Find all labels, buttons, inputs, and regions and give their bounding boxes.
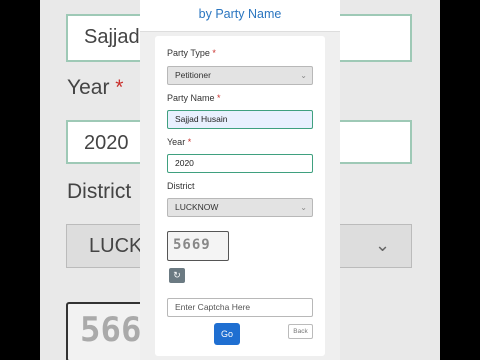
- year-label: Year *: [167, 137, 192, 147]
- mobile-viewport: by Party Name Party Type * Petitioner ⌄ …: [140, 0, 340, 360]
- captcha-image: 5669: [167, 231, 229, 261]
- party-type-select[interactable]: Petitioner ⌄: [167, 66, 313, 85]
- bg-year-field: 2020: [66, 120, 140, 164]
- back-button[interactable]: Back: [288, 324, 313, 339]
- year-input[interactable]: 2020: [167, 154, 313, 173]
- background-left-panel: Sajjad Year * 2020 District LUCKNOW 566: [40, 0, 140, 360]
- background-right-panel: ⌄: [340, 0, 440, 360]
- district-select[interactable]: LUCKNOW ⌄: [167, 198, 313, 217]
- bg-district-field: LUCKNOW: [66, 224, 140, 268]
- chevron-down-icon: ⌄: [300, 203, 307, 212]
- bg-captcha-text: 566: [80, 310, 140, 350]
- captcha-input[interactable]: Enter Captcha Here: [167, 298, 313, 317]
- go-button[interactable]: Go: [214, 323, 240, 345]
- bg-district-label: District: [67, 180, 132, 203]
- bg-name-field: Sajjad: [66, 14, 140, 62]
- bg-name-field-right: [340, 14, 412, 62]
- search-form-card: Party Type * Petitioner ⌄ Party Name * S…: [155, 36, 325, 356]
- bg-captcha-image: 566: [66, 302, 140, 360]
- party-name-label: Party Name *: [167, 93, 221, 103]
- bg-district-text: LUCKNOW: [89, 235, 140, 257]
- bg-name-text: Sajjad: [84, 26, 140, 48]
- party-type-label: Party Type *: [167, 48, 216, 58]
- bg-year-text: 2020: [84, 132, 129, 154]
- bg-chevron-icon: ⌄: [375, 235, 391, 255]
- header-bar: by Party Name: [140, 0, 340, 32]
- bg-year-label: Year *: [67, 76, 124, 99]
- page-title: by Party Name: [198, 7, 282, 21]
- party-name-input[interactable]: Sajjad Husain: [167, 110, 313, 129]
- bg-district-field-right: ⌄: [340, 224, 412, 268]
- bg-year-field-right: [340, 120, 412, 164]
- refresh-icon[interactable]: ↻: [169, 268, 185, 283]
- district-label: District: [167, 181, 195, 191]
- chevron-down-icon: ⌄: [300, 71, 307, 80]
